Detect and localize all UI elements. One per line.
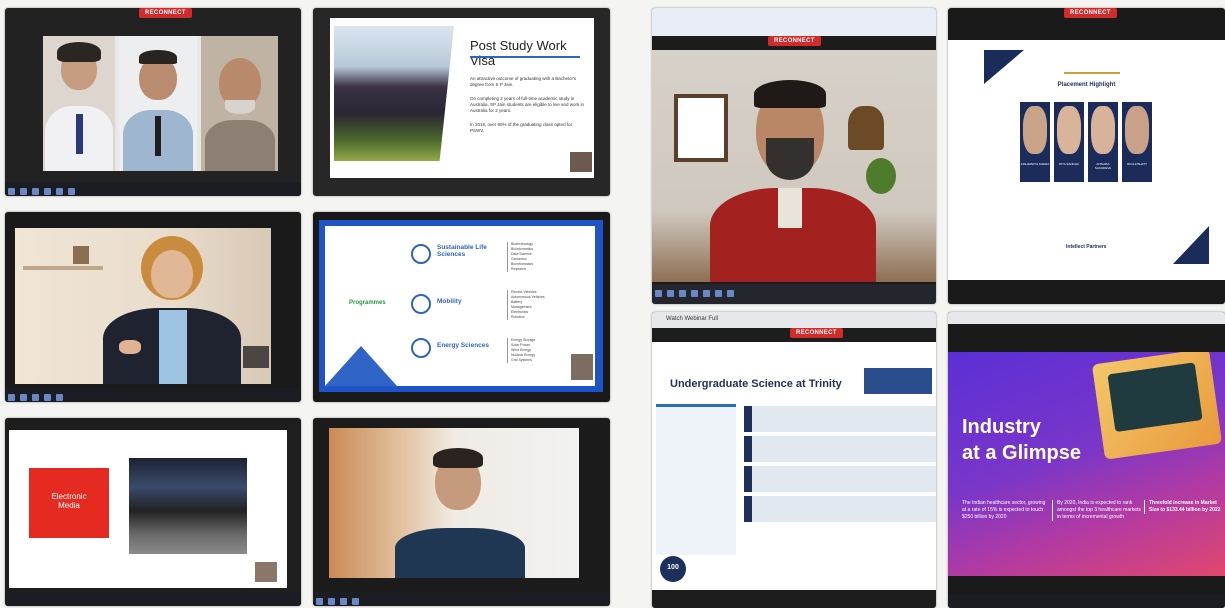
taskbar	[5, 182, 301, 196]
student-card-3: ANSHIKA SACHDEVA	[1088, 102, 1118, 182]
presenter-thumbnail	[570, 152, 592, 172]
wall-shelf	[23, 266, 103, 270]
participant-elder	[201, 36, 278, 171]
taskbar	[313, 592, 610, 606]
student-card-4: RUCHI BHATT	[1122, 102, 1152, 182]
taskbar	[948, 594, 1225, 608]
energy-icon	[411, 338, 431, 358]
info-row-4	[744, 496, 936, 522]
control-room-photo	[129, 458, 247, 554]
manav-rachna-logo	[1064, 50, 1120, 74]
programme-subs-2: Electric Vehicles Autonomous Vehicles Batt…	[507, 290, 545, 320]
participant-student	[43, 36, 115, 171]
slide-triangle	[325, 346, 397, 386]
presenter-thumbnail	[571, 354, 593, 380]
tile-young-speaker	[313, 418, 610, 606]
reconnect-button[interactable]: RECONNECT	[139, 8, 192, 18]
info-row-3	[744, 466, 936, 492]
industry-title-2: at a Glimpse	[962, 442, 1081, 464]
industry-title-1: Industry	[962, 416, 1041, 438]
tile-bearded-speaker: RECONNECT	[652, 8, 936, 304]
visa-paragraph-2: On completing 2 years of full-time acade…	[470, 96, 584, 113]
browser-tab[interactable]: Watch Webinar Full	[652, 312, 936, 328]
tile-placement-highlight: RECONNECT Placement Highlight AISHWARYA …	[948, 8, 1225, 304]
lecturer	[95, 236, 245, 384]
taskbar	[652, 284, 936, 304]
info-row-2	[744, 436, 936, 462]
industry-fact-2: By 2020, India is expected to rank among…	[1052, 500, 1141, 521]
reconnect-button[interactable]: RECONNECT	[1064, 8, 1117, 18]
placement-title: Placement Highlight	[1057, 82, 1116, 88]
leaf-icon	[411, 244, 431, 264]
taskbar	[5, 592, 301, 606]
tile-industry-glimpse: Industry at a Glimpse The Indian healthc…	[948, 312, 1225, 608]
programmes-label: Programmes	[349, 300, 386, 306]
reconnect-button[interactable]: RECONNECT	[768, 36, 821, 46]
programme-subs-1: Biotechnology Bioinformatics Data Science G…	[507, 242, 533, 272]
visa-paragraph-1: An attractive outcome of graduating with…	[470, 76, 577, 87]
trinity-title: Undergraduate Science at Trinity	[670, 378, 842, 390]
student-card-2: RIYA SANDHU	[1054, 102, 1084, 182]
steering-wheel-icon	[411, 294, 431, 314]
browser-bar	[948, 312, 1225, 324]
tile-trinity-slide: Watch Webinar Full RECONNECT Undergradua…	[652, 312, 936, 608]
presenter-thumbnail	[255, 562, 277, 582]
tile-video-call-three: RECONNECT	[5, 8, 301, 196]
trinity-logo	[864, 368, 932, 394]
programme-subs-3: Energy Storage Solar Power Wind Energy Nucl…	[507, 338, 535, 363]
tile-work-visa-slide: Post Study Work Visa An attractive outco…	[313, 8, 610, 196]
info-row-1	[744, 406, 936, 432]
participant-man-glasses	[119, 36, 197, 171]
taskbar	[5, 388, 301, 402]
tile-electronic-media: Electronic Media	[5, 418, 301, 606]
partner-logo: Intellect Partners	[1066, 244, 1107, 250]
medical-monitor-illustration	[1091, 352, 1223, 460]
browser-bar	[652, 8, 936, 36]
picture-frame	[73, 246, 89, 264]
graduates-photo	[334, 26, 454, 161]
corner-triangle-top	[984, 50, 1024, 84]
programme-title-1: Sustainable Life Sciences	[437, 244, 487, 258]
industry-fact-3: Threefold increase in Market Size to $13…	[1144, 500, 1223, 514]
industry-fact-1: The Indian healthcare sector, growing at…	[962, 500, 1046, 520]
top-100-badge: 100	[660, 556, 686, 582]
corner-triangle-bottom	[1173, 226, 1209, 264]
young-speaker	[389, 444, 529, 578]
tile-lecturer	[5, 212, 301, 402]
student-card-1: AISHWARYA KHERA	[1020, 102, 1050, 182]
programme-title-2: Mobility	[437, 298, 462, 305]
visa-title: Post Study Work Visa	[470, 38, 567, 68]
tile-programmes-slide: Programmes Sustainable Life Sciences Mob…	[313, 212, 610, 402]
visa-paragraph-3: In 2019, over 90% of the graduating clas…	[470, 122, 573, 133]
bearded-speaker	[708, 80, 878, 282]
browser-tab-label: Watch Webinar Full	[666, 316, 719, 322]
reconnect-button[interactable]: RECONNECT	[790, 328, 843, 338]
programme-title-3: Energy Sciences	[437, 342, 490, 349]
info-column-left	[656, 404, 736, 555]
self-view-thumbnail	[243, 346, 269, 368]
media-label: Electronic Media	[51, 492, 87, 510]
